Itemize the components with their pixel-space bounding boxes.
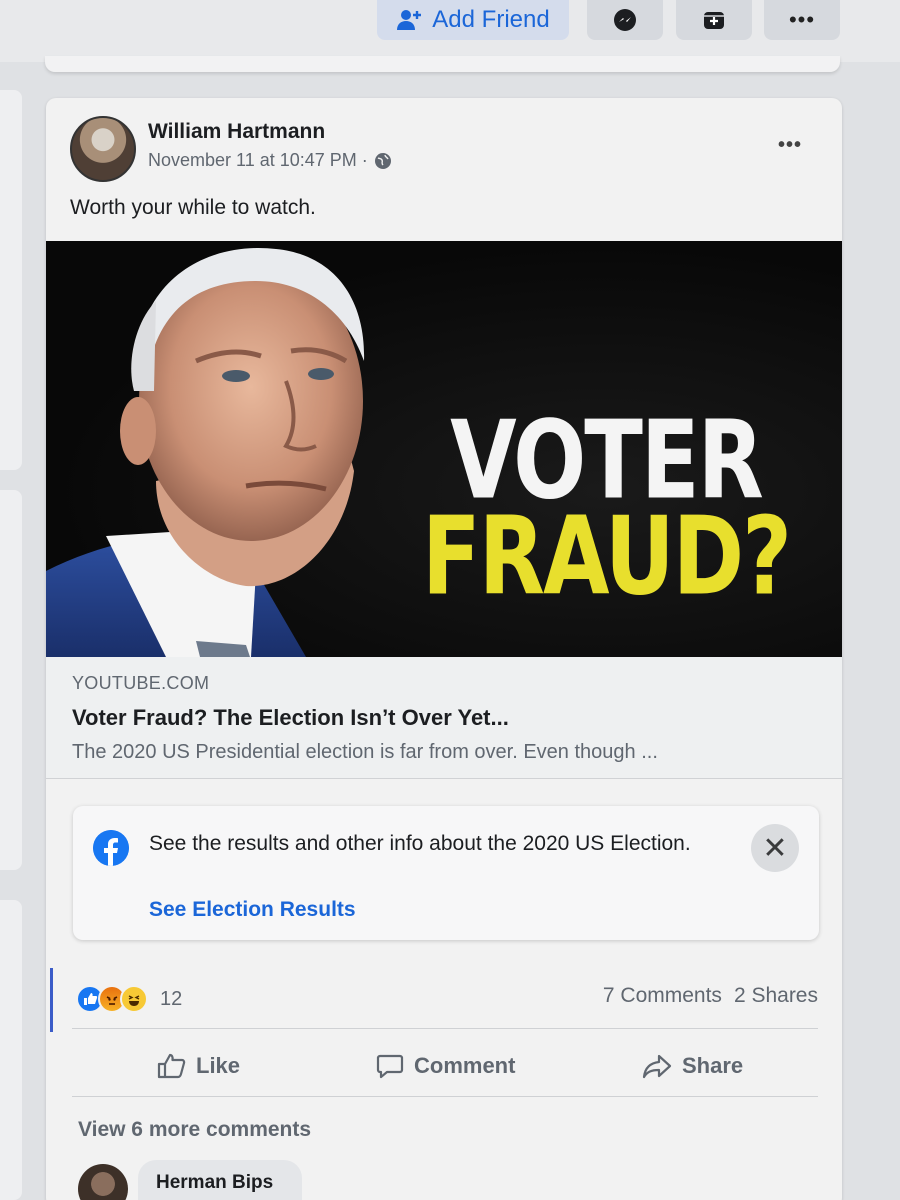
post-meta: November 11 at 10:47 PM · [148, 150, 392, 171]
link-preview-info[interactable]: YOUTUBE.COM Voter Fraud? The Election Is… [46, 657, 842, 779]
post-card: William Hartmann November 11 at 10:47 PM… [46, 98, 842, 1200]
divider [72, 1028, 818, 1029]
globe-icon [374, 152, 392, 170]
author-avatar[interactable] [70, 116, 136, 182]
view-more-comments-link[interactable]: View 6 more comments [78, 1118, 311, 1142]
shares-count-link[interactable]: 2 Shares [734, 984, 818, 1008]
like-button[interactable]: Like [156, 1048, 240, 1084]
post-options-button[interactable]: ••• [778, 134, 802, 157]
link-title[interactable]: Voter Fraud? The Election Isn’t Over Yet… [72, 705, 509, 731]
message-button[interactable] [587, 0, 663, 40]
haha-reaction-icon [120, 985, 148, 1013]
previous-post-edge [45, 56, 840, 72]
reactions-summary[interactable]: 12 [76, 984, 182, 1014]
more-options-button[interactable]: ••• [764, 0, 840, 40]
left-column-panel [0, 90, 22, 470]
see-election-results-link[interactable]: See Election Results [149, 898, 356, 922]
left-column-panel [0, 490, 22, 870]
divider [72, 1096, 818, 1097]
add-friend-icon [396, 8, 422, 32]
like-label: Like [196, 1053, 241, 1078]
thumbnail-headline-line2: FRAUD? [422, 494, 792, 620]
add-friend-label: Add Friend [432, 6, 550, 33]
link-description: The 2020 US Presidential election is far… [72, 741, 658, 763]
close-icon[interactable]: ✕ [751, 824, 799, 872]
thumbs-up-icon [156, 1052, 186, 1080]
comment-bubble: Herman Bips [138, 1160, 302, 1200]
post-timestamp[interactable]: November 11 at 10:47 PM · [148, 150, 368, 171]
commenter-name[interactable]: Herman Bips [156, 1172, 273, 1194]
comment-button[interactable]: Comment [376, 1048, 515, 1084]
post-text: Worth your while to watch. [70, 196, 316, 219]
commenter-avatar[interactable] [78, 1164, 128, 1200]
inbox-add-icon [702, 8, 726, 32]
share-button[interactable]: Share [642, 1048, 743, 1084]
link-thumbnail[interactable]: VOTER FRAUD? i [46, 241, 842, 657]
election-info-text: See the results and other info about the… [149, 832, 691, 855]
comments-count-link[interactable]: 7 Comments [603, 984, 722, 1008]
facebook-icon [93, 830, 129, 866]
extension-button[interactable] [676, 0, 752, 40]
comment-label: Comment [414, 1053, 516, 1078]
left-accent-bar [50, 968, 53, 1032]
reaction-count: 12 [160, 987, 183, 1010]
add-friend-button[interactable]: Add Friend [377, 0, 569, 40]
profile-action-bar: Add Friend ••• [0, 0, 900, 62]
left-column-panel [0, 900, 22, 1200]
messenger-icon [612, 7, 638, 33]
author-name[interactable]: William Hartmann [148, 120, 325, 144]
share-icon [642, 1053, 672, 1079]
comment-icon [376, 1052, 404, 1080]
election-info-box: See the results and other info about the… [73, 806, 819, 940]
share-label: Share [682, 1053, 744, 1078]
link-domain: YOUTUBE.COM [72, 673, 210, 693]
engagement-stats: 7 Comments 2 Shares [603, 984, 818, 1008]
